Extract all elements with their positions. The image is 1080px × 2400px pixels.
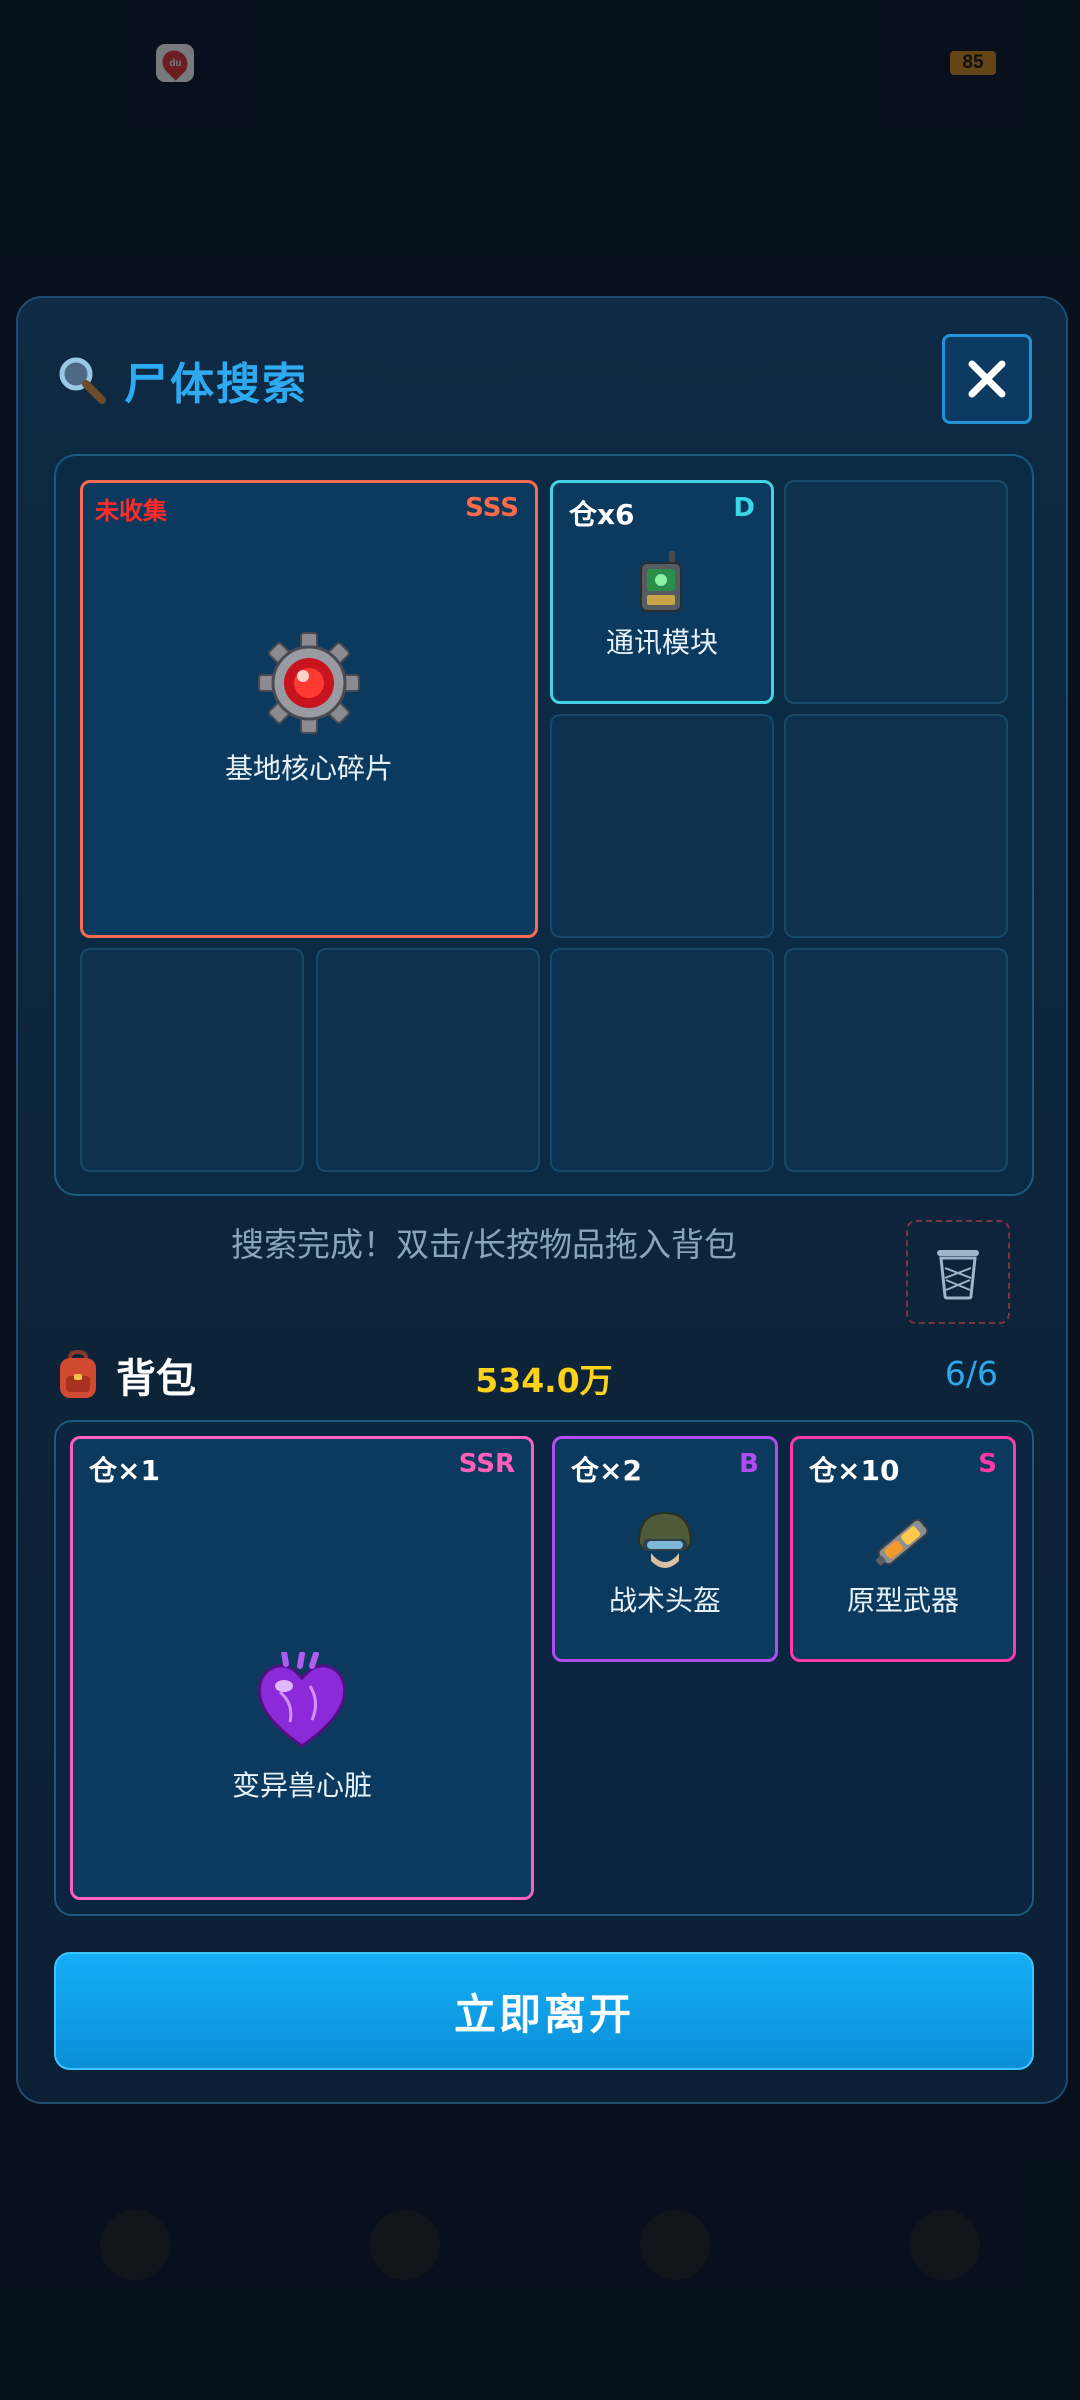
bag-item-tactical-helmet[interactable]: 仓×2 B 战术头盔 (552, 1436, 778, 1662)
bag-item-mutant-heart[interactable]: 仓×1 SSR 变异兽心脏 (70, 1436, 534, 1900)
empty-slot[interactable] (80, 948, 304, 1172)
backpack-grid: 仓×1 SSR 变异兽心脏 仓×2 B 战术头盔 仓×10 S 原型武器 (54, 1420, 1034, 1916)
item-name: 战术头盔 (608, 1584, 721, 1617)
modal-header: 尸体搜索 (54, 348, 308, 412)
empty-slot[interactable] (784, 480, 1008, 704)
close-icon (968, 360, 1006, 398)
quantity-label: 仓×1 (89, 1454, 160, 1487)
search-icon (59, 357, 106, 404)
rarity-badge: D (733, 493, 755, 523)
empty-slot[interactable] (784, 714, 1008, 938)
empty-slot[interactable] (784, 948, 1008, 1172)
loot-item-comm-module[interactable]: 仓x6 D 通讯模块 (550, 480, 774, 704)
walkie-talkie-icon (640, 551, 682, 612)
uncollected-tag: 未收集 (95, 497, 167, 525)
backpack-capacity: 6/6 (944, 1354, 998, 1393)
rarity-badge: SSR (458, 1449, 515, 1479)
helmet-icon (637, 1511, 693, 1568)
trash-icon (937, 1250, 979, 1300)
bag-item-prototype-weapon[interactable]: 仓×10 S 原型武器 (790, 1436, 1016, 1662)
item-name: 基地核心碎片 (224, 752, 393, 785)
item-name: 变异兽心脏 (231, 1769, 372, 1802)
heart-organ-icon (257, 1652, 347, 1748)
corpse-search-modal: 尸体搜索 未收集 SSS 基地核心碎片 仓x6 D 通讯模块 搜索完成！双击/长… (16, 296, 1068, 2104)
rarity-badge: S (978, 1449, 997, 1479)
empty-slot[interactable] (316, 948, 540, 1172)
loot-item-base-core-fragment[interactable]: 未收集 SSS 基地核心碎片 (80, 480, 538, 938)
gear-core-icon (258, 632, 360, 734)
leave-now-label: 立即离开 (453, 1989, 634, 2039)
item-name: 原型武器 (846, 1584, 959, 1617)
backpack-total-value: 534.0万 (475, 1361, 613, 1400)
backpack-header: 背包 534.0万 6/6 (54, 1346, 1034, 1406)
item-name: 通讯模块 (605, 626, 718, 659)
quantity-label: 仓x6 (569, 498, 635, 531)
empty-slot[interactable] (550, 948, 774, 1172)
quantity-label: 仓×2 (571, 1454, 642, 1487)
rarity-badge: B (739, 1449, 759, 1479)
prototype-weapon-icon (875, 1518, 929, 1566)
discard-button[interactable] (906, 1220, 1010, 1324)
close-button[interactable] (942, 334, 1032, 424)
rarity-badge: SSS (465, 493, 519, 523)
leave-now-button[interactable]: 立即离开 (54, 1952, 1034, 2070)
quantity-label: 仓×10 (809, 1454, 900, 1487)
loot-grid: 未收集 SSS 基地核心碎片 仓x6 D 通讯模块 (54, 454, 1034, 1196)
empty-slot[interactable] (550, 714, 774, 938)
modal-title: 尸体搜索 (124, 359, 308, 410)
